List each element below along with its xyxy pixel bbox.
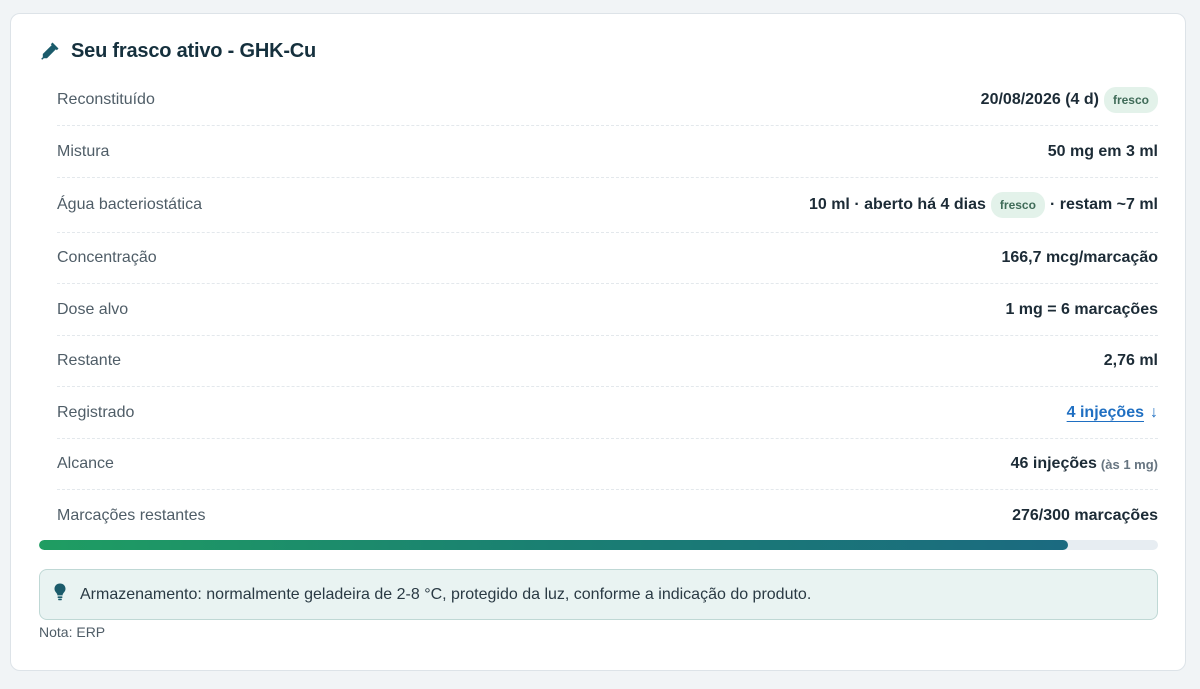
card-header: Seu frasco ativo - GHK-Cu [39,40,316,63]
reach-value: 46 injeções [1010,455,1097,472]
injections-link-text[interactable]: 4 injeções [1067,404,1144,422]
row-label: Concentração [57,249,157,266]
row-value: 276/300 marcações [1012,506,1158,524]
row-target-dose: Dose alvo 1 mg = 6 marcações [57,284,1158,336]
row-label: Alcance [57,455,114,472]
pipette-icon [39,41,61,63]
row-value: 46 injeções (às 1 mg) [1011,455,1158,473]
row-label: Restante [57,352,122,369]
row-value: 10 ml · aberto há 4 dias fresco · restam… [809,192,1158,218]
row-bacteriostatic-water: Água bacteriostática 10 ml · aberto há 4… [57,178,1158,233]
markings-progress-fill [39,540,1069,550]
card-title: Seu frasco ativo - GHK-Cu [71,40,317,62]
row-value: 50 mg em 3 ml [1047,142,1158,160]
fresh-badge: fresco [990,192,1045,218]
row-label: Marcações restantes [57,506,206,524]
markings-progress-bar [39,540,1158,550]
active-vial-card: Seu frasco ativo - GHK-Cu Reconstituído … [10,13,1186,671]
row-value: 166,7 mcg/marcação [1001,249,1158,266]
storage-text: Armazenamento: normalmente geladeira de … [80,585,812,603]
reach-note: (às 1 mg) [1100,456,1158,472]
row-concentration: Concentração 166,7 mcg/marcação [57,233,1158,284]
vial-details-list: Reconstituído 20/08/2026 (4 d) fresco Mi… [57,74,1158,541]
row-mixture: Mistura 50 mg em 3 ml [57,126,1158,178]
row-value: 1 mg = 6 marcações [1005,300,1158,318]
lightbulb-icon [54,583,66,606]
water-opened: 10 ml · aberto há 4 dias [808,196,986,213]
row-reconstituted: Reconstituído 20/08/2026 (4 d) fresco [57,74,1158,126]
row-label: Mistura [57,142,110,160]
row-value: 2,76 ml [1103,352,1158,369]
row-reach: Alcance 46 injeções (às 1 mg) [57,439,1158,490]
arrow-down-icon[interactable]: ↓ [1150,404,1158,422]
row-label: Registrado [57,403,135,421]
row-registered: Registrado 4 injeções ↓ [57,387,1158,439]
injections-link[interactable]: 4 injeções ↓ [1067,404,1158,422]
water-remaining: · restam ~7 ml [1049,196,1158,213]
row-remaining: Restante 2,76 ml [57,336,1158,387]
row-label: Dose alvo [57,300,129,318]
row-label: Água bacteriostática [57,196,202,213]
row-value: 20/08/2026 (4 d) fresco [980,86,1158,113]
fresh-badge: fresco [1103,86,1158,113]
reconstituted-date: 20/08/2026 (4 d) [980,90,1099,108]
footnote: Nota: ERP [39,624,106,640]
row-markings-remaining: Marcações restantes 276/300 marcações [57,490,1158,541]
storage-note: Armazenamento: normalmente geladeira de … [39,569,1158,620]
row-label: Reconstituído [57,90,155,108]
